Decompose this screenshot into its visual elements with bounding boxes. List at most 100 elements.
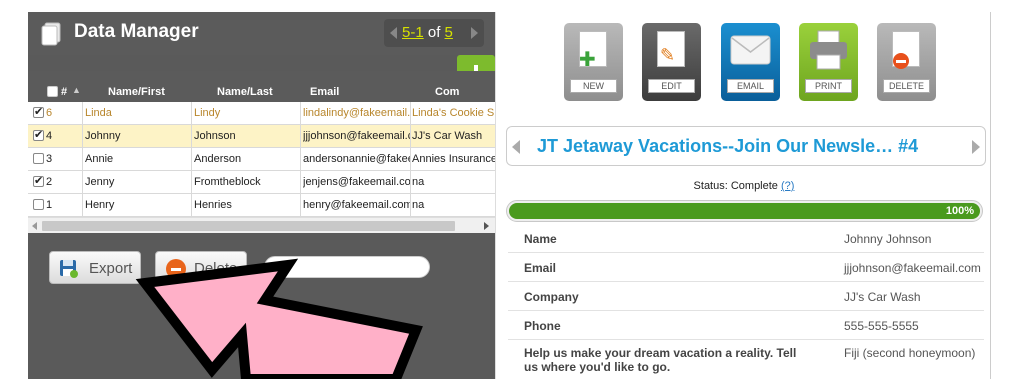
table-row[interactable]: 3 Annie Anderson andersonannie@fakee Ann… <box>28 148 495 171</box>
row-checkbox[interactable] <box>33 174 44 187</box>
pager: 5-1 of 5 <box>384 19 484 47</box>
status-text: Status: Complete <box>693 180 778 192</box>
scroll-left-icon[interactable] <box>32 222 37 230</box>
row-email: andersonannie@fakee <box>303 153 410 165</box>
panel-header: Data Manager 5-1 of 5 <box>28 12 495 55</box>
pager-prev-icon[interactable] <box>390 27 397 39</box>
app-window: Data Manager 5-1 of 5 # ▲ Name/First Nam… <box>0 0 1033 379</box>
select-all-checkbox[interactable] <box>47 86 58 97</box>
row-id: 6 <box>46 107 53 119</box>
progress-percent: 100% <box>945 205 974 217</box>
search-input[interactable] <box>264 256 430 278</box>
col-id-header[interactable]: # <box>61 86 67 98</box>
email-label: EMAIL <box>727 79 774 93</box>
pager-total-link[interactable]: 5 <box>445 24 453 41</box>
prev-record-icon[interactable] <box>512 140 520 154</box>
export-label: Export <box>89 260 133 277</box>
app-title: Data Manager <box>74 21 199 42</box>
scroll-right-icon[interactable] <box>484 222 489 230</box>
row-first: Linda <box>85 107 112 119</box>
row-last: Anderson <box>194 153 242 165</box>
field-row-email: Email jjjohnson@fakeemail.com <box>508 253 984 282</box>
row-company: na <box>412 176 425 188</box>
pager-next-icon[interactable] <box>471 27 478 39</box>
print-label: PRINT <box>805 79 852 93</box>
col-first-header[interactable]: Name/First <box>108 86 165 98</box>
row-last: Johnson <box>194 130 236 142</box>
email-button[interactable]: EMAIL <box>721 23 780 101</box>
status-help-link[interactable]: (?) <box>781 180 794 192</box>
progress-bar: 100% <box>506 200 983 222</box>
pencil-icon: ✎ <box>660 45 676 66</box>
delete-selected-button[interactable]: Delete <box>155 251 247 284</box>
printer-icon <box>810 30 847 70</box>
row-id: 2 <box>46 176 53 188</box>
row-checkbox[interactable] <box>33 153 44 164</box>
print-button[interactable]: PRINT <box>799 23 858 101</box>
field-value: Johnny Johnson <box>844 232 932 246</box>
col-company-header[interactable]: Com <box>435 86 459 98</box>
row-email: jenjens@fakeemail.co <box>303 176 410 188</box>
export-button[interactable]: Export <box>49 251 141 284</box>
table-body: 6 Linda Lindy lindalindy@fakeemail. Lind… <box>28 102 495 217</box>
field-value: Fiji (second honeymoon) <box>844 346 976 360</box>
data-manager-panel: Data Manager 5-1 of 5 # ▲ Name/First Nam… <box>28 12 495 379</box>
edit-label: EDIT <box>648 79 695 93</box>
table-row[interactable]: 1 Henry Henries henry@fakeemail.com na <box>28 194 495 217</box>
record-detail-panel: ✚ NEW ✎ EDIT EMAIL PRINT DELETE JT Jetaw… <box>495 12 991 379</box>
row-first: Jenny <box>85 176 115 188</box>
status-line: Status: Complete (?) <box>496 180 992 192</box>
field-label: Email <box>524 261 557 275</box>
row-last: Fromtheblock <box>194 176 261 188</box>
row-checkbox[interactable] <box>33 105 44 118</box>
field-value: JJ's Car Wash <box>844 290 921 304</box>
row-checkbox[interactable] <box>33 199 44 210</box>
row-company: Annies Insurance <box>412 153 495 165</box>
field-row-company: Company JJ's Car Wash <box>508 282 984 311</box>
new-label: NEW <box>570 79 617 93</box>
field-value: jjjohnson@fakeemail.com <box>844 261 981 275</box>
table-row[interactable]: 6 Linda Lindy lindalindy@fakeemail. Lind… <box>28 102 495 125</box>
table-row[interactable]: 2 Jenny Fromtheblock jenjens@fakeemail.c… <box>28 171 495 194</box>
row-first: Johnny <box>85 130 121 142</box>
field-label: Name <box>524 232 557 246</box>
field-label: Company <box>524 290 579 304</box>
scroll-thumb[interactable] <box>42 221 455 231</box>
row-first: Annie <box>85 153 114 165</box>
minus-circle-icon <box>166 259 186 279</box>
row-first: Henry <box>85 199 115 211</box>
row-email: henry@fakeemail.com <box>303 199 410 211</box>
col-email-header[interactable]: Email <box>310 86 339 98</box>
new-button[interactable]: ✚ NEW <box>564 23 623 101</box>
next-record-icon[interactable] <box>972 140 980 154</box>
record-title-bar: JT Jetaway Vacations--Join Our Newsle… #… <box>506 126 986 166</box>
documents-icon <box>41 22 61 46</box>
row-company: Linda's Cookie S <box>412 107 495 119</box>
row-id: 4 <box>46 130 53 142</box>
field-row-destination: Help us make your dream vacation a reali… <box>508 340 984 379</box>
table-row[interactable]: 4 Johnny Johnson jjjohnson@fakeemail.c J… <box>28 125 495 148</box>
col-last-header[interactable]: Name/Last <box>217 86 273 98</box>
delete-record-label: DELETE <box>883 79 930 93</box>
field-label: Phone <box>524 319 561 333</box>
row-email: lindalindy@fakeemail. <box>303 107 410 119</box>
row-company: JJ's Car Wash <box>412 130 483 142</box>
pager-range-link[interactable]: 5-1 <box>402 24 424 41</box>
field-label: Help us make your dream vacation a reali… <box>524 346 797 374</box>
envelope-icon <box>730 35 771 65</box>
row-checkbox[interactable] <box>33 128 44 141</box>
pager-text: 5-1 of 5 <box>402 24 453 41</box>
field-value: 555-555-5555 <box>844 319 919 333</box>
row-last: Lindy <box>194 107 221 119</box>
delete-record-button[interactable]: DELETE <box>877 23 936 101</box>
delete-label: Delete <box>194 260 238 277</box>
row-email: jjjohnson@fakeemail.c <box>303 130 410 142</box>
row-id: 1 <box>46 199 53 211</box>
plus-icon: ✚ <box>579 47 596 71</box>
field-row-name: Name Johnny Johnson <box>508 224 984 253</box>
sort-icon[interactable]: ▲ <box>72 85 81 95</box>
record-title: JT Jetaway Vacations--Join Our Newsle… #… <box>537 136 919 156</box>
row-company: na <box>412 199 425 211</box>
edit-button[interactable]: ✎ EDIT <box>642 23 701 101</box>
horizontal-scrollbar[interactable] <box>28 217 495 233</box>
